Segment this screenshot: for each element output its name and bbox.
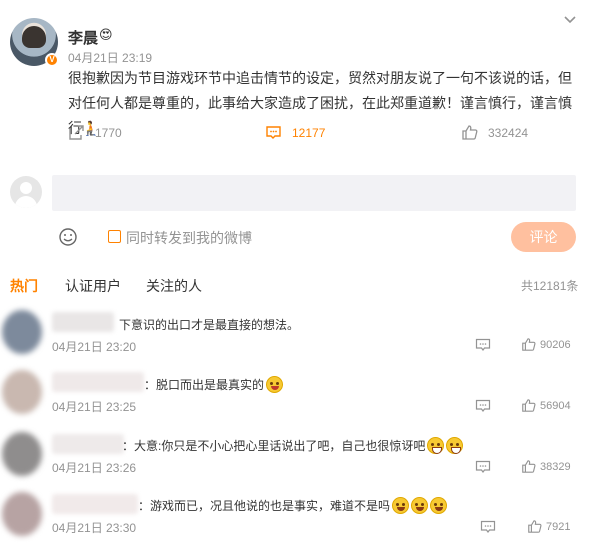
- comment-total: 共12181条: [521, 279, 579, 293]
- like-button[interactable]: 332424: [461, 124, 528, 141]
- comment-like-button[interactable]: 56904: [521, 398, 571, 413]
- comment-text: ：脱口而出是最真实的: [144, 376, 284, 393]
- repost-button[interactable]: 1770: [68, 124, 122, 141]
- thumbs-up-icon: [528, 520, 542, 533]
- comment-text: ：大意:你只是不小心把心里话说出了吧，自己也很惊讶吧: [122, 437, 464, 454]
- tab-verified-users[interactable]: 认证用户: [65, 276, 121, 296]
- share-icon: [69, 125, 84, 140]
- comment-text: 下意识的出口才是最直接的想法。: [119, 318, 300, 332]
- commenter-name[interactable]: [52, 372, 144, 392]
- tab-following[interactable]: 关注的人: [146, 276, 202, 296]
- thumbs-up-icon: [522, 460, 536, 473]
- post-time[interactable]: 04月21日 23:19: [68, 49, 152, 66]
- laugh-cry-emoji-icon: [392, 497, 410, 514]
- commenter-name[interactable]: [52, 312, 114, 332]
- comment-like-count: 38329: [540, 460, 571, 473]
- comment-like-button[interactable]: 7921: [527, 519, 570, 534]
- reply-icon[interactable]: [475, 459, 491, 475]
- reply-icon[interactable]: [480, 519, 496, 535]
- comment-time: 04月21日 23:25: [52, 400, 137, 414]
- commenter-name[interactable]: [52, 494, 138, 514]
- repost-checkbox[interactable]: [108, 230, 121, 243]
- laugh-cry-emoji-icon: [411, 497, 429, 514]
- thumbs-up-icon: [462, 125, 478, 140]
- current-user-avatar: [10, 176, 42, 208]
- comment-like-button[interactable]: 90206: [521, 337, 571, 352]
- comment-time: 04月21日 23:30: [52, 521, 137, 535]
- comment-count: 12177: [292, 125, 326, 140]
- comment-input[interactable]: [52, 175, 576, 211]
- tab-hot[interactable]: 热门: [10, 276, 38, 296]
- submit-comment-button[interactable]: 评论: [511, 222, 576, 252]
- comment-like-button[interactable]: 38329: [521, 459, 571, 474]
- commenter-avatar[interactable]: [2, 432, 42, 476]
- comment-icon: [266, 126, 281, 139]
- grin-emoji-icon: [446, 437, 464, 454]
- chevron-down-icon[interactable]: [562, 12, 578, 28]
- emoji-icon[interactable]: [58, 227, 78, 247]
- thumbs-up-icon: [522, 399, 536, 412]
- repost-count: 1770: [95, 125, 122, 140]
- commenter-name[interactable]: [52, 434, 124, 454]
- comment-text: ：游戏而已，况且他说的也是事实，难道不是吗: [138, 497, 448, 514]
- commenter-avatar[interactable]: [2, 310, 42, 354]
- comment-like-count: 7921: [546, 520, 571, 533]
- grin-emoji-icon: [427, 437, 445, 454]
- comment-like-count: 90206: [540, 338, 571, 351]
- comment-time: 04月21日 23:20: [52, 340, 137, 354]
- reply-icon[interactable]: [475, 398, 491, 414]
- thumbs-up-icon: [522, 338, 536, 351]
- surprised-emoji-icon: [266, 376, 284, 393]
- laugh-cry-emoji-icon: [430, 497, 448, 514]
- commenter-avatar[interactable]: [2, 492, 42, 536]
- comment-like-count: 56904: [540, 399, 571, 412]
- repost-checkbox-label[interactable]: 同时转发到我的微博: [126, 228, 252, 248]
- reply-icon[interactable]: [475, 337, 491, 353]
- comment-time: 04月21日 23:26: [52, 461, 137, 475]
- author-name[interactable]: 李晨: [68, 27, 98, 48]
- verified-badge-icon: V: [45, 53, 59, 67]
- comment-button[interactable]: 12177: [265, 124, 325, 141]
- like-count: 332424: [488, 125, 529, 140]
- heart-eyes-emoji-icon: 😍: [99, 27, 113, 42]
- commenter-avatar[interactable]: [2, 370, 42, 414]
